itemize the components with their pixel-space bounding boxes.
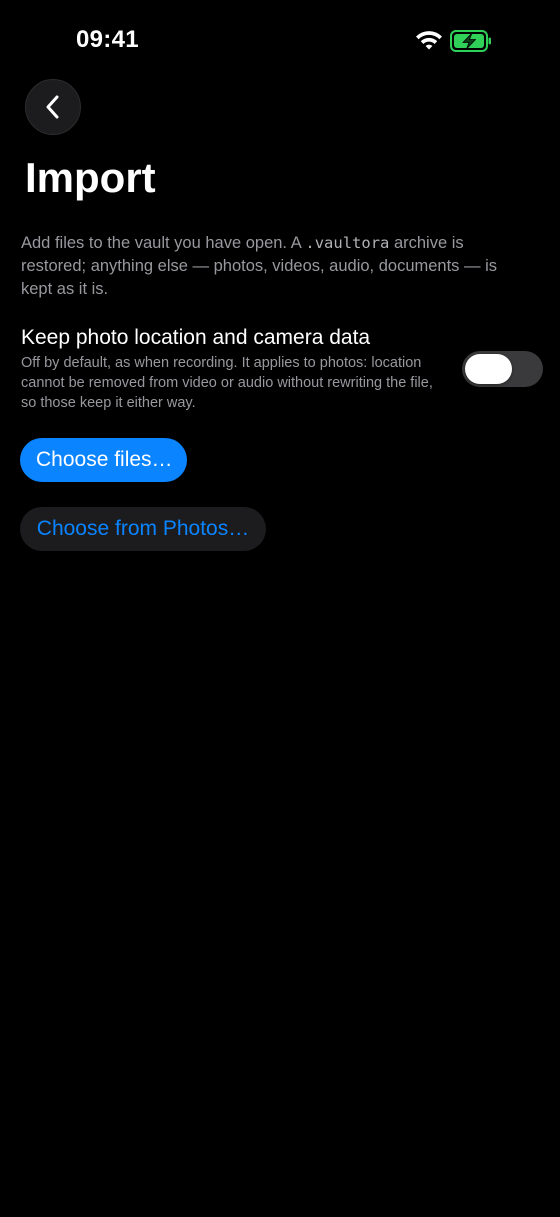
keep-metadata-hint: Off by default, as when recording. It ap… xyxy=(21,355,433,411)
status-bar: 09:41 xyxy=(0,0,560,80)
archive-extension: .vaultora xyxy=(305,234,390,252)
chevron-left-icon xyxy=(46,95,59,119)
back-button[interactable] xyxy=(25,79,81,135)
keep-metadata-setting: Keep photo location and camera data Off … xyxy=(21,324,543,416)
toggle-knob xyxy=(465,354,512,384)
page-title: Import xyxy=(25,154,156,201)
keep-metadata-label: Keep photo location and camera data xyxy=(21,326,371,349)
page-description: Add files to the vault you have open. A … xyxy=(21,232,531,301)
status-time: 09:41 xyxy=(76,26,139,53)
choose-files-button[interactable]: Choose files… xyxy=(20,438,187,482)
battery-charging-icon xyxy=(450,30,491,52)
wifi-icon xyxy=(416,31,442,50)
keep-metadata-toggle[interactable] xyxy=(462,351,543,387)
choose-from-photos-button[interactable]: Choose from Photos… xyxy=(20,507,266,551)
description-text-start: Add files to the vault you have open. A xyxy=(21,234,306,252)
